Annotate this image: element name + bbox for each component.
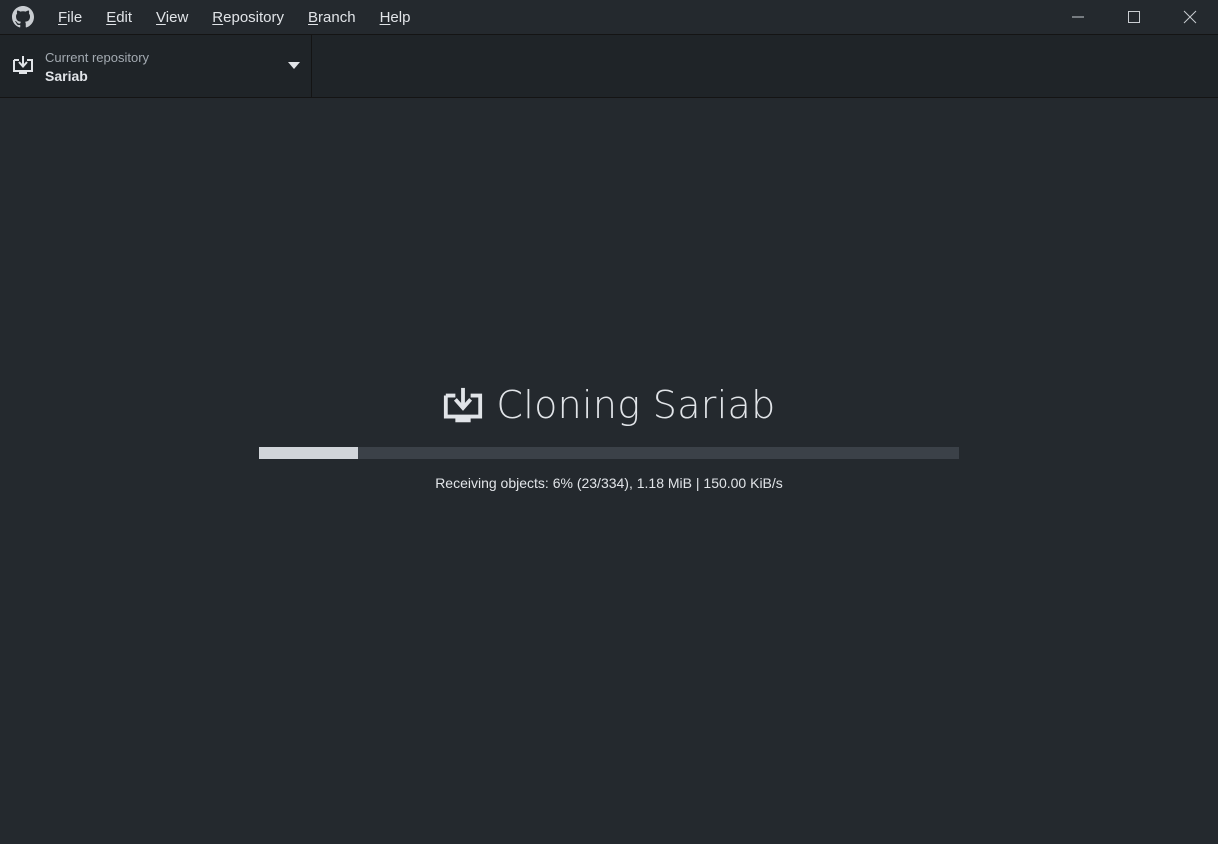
minimize-icon bbox=[1072, 16, 1084, 18]
github-logo-icon bbox=[0, 0, 46, 34]
close-button[interactable] bbox=[1162, 0, 1218, 34]
clone-download-icon bbox=[13, 56, 33, 74]
title-bar: File Edit View Repository Branch Help bbox=[0, 0, 1218, 35]
maximize-button[interactable] bbox=[1106, 0, 1162, 34]
clone-progress-bar bbox=[259, 447, 959, 459]
menu-edit[interactable]: Edit bbox=[94, 0, 144, 34]
clone-progress-status: Receiving objects: 6% (23/334), 1.18 MiB… bbox=[435, 475, 783, 491]
toolbar: Current repository Sariab bbox=[0, 35, 1218, 98]
menu-repository[interactable]: Repository bbox=[200, 0, 296, 34]
clone-progress-fill bbox=[259, 447, 359, 459]
maximize-icon bbox=[1128, 11, 1140, 23]
main-content: Cloning Sariab Receiving objects: 6% (23… bbox=[0, 98, 1218, 844]
window-controls bbox=[1050, 0, 1218, 34]
clone-heading: Cloning Sariab bbox=[0, 383, 1218, 427]
clone-title: Cloning Sariab bbox=[496, 383, 776, 427]
menu-file[interactable]: File bbox=[46, 0, 94, 34]
repository-caption: Current repository bbox=[45, 50, 150, 65]
menu-bar: File Edit View Repository Branch Help bbox=[46, 0, 422, 34]
close-icon bbox=[1183, 10, 1197, 24]
caret-down-icon bbox=[288, 62, 300, 69]
menu-view[interactable]: View bbox=[144, 0, 200, 34]
current-repository-dropdown[interactable]: Current repository Sariab bbox=[0, 35, 312, 97]
repository-name: Sariab bbox=[45, 68, 88, 84]
menu-help[interactable]: Help bbox=[368, 0, 423, 34]
menu-branch[interactable]: Branch bbox=[296, 0, 368, 34]
minimize-button[interactable] bbox=[1050, 0, 1106, 34]
clone-download-icon bbox=[444, 387, 483, 423]
